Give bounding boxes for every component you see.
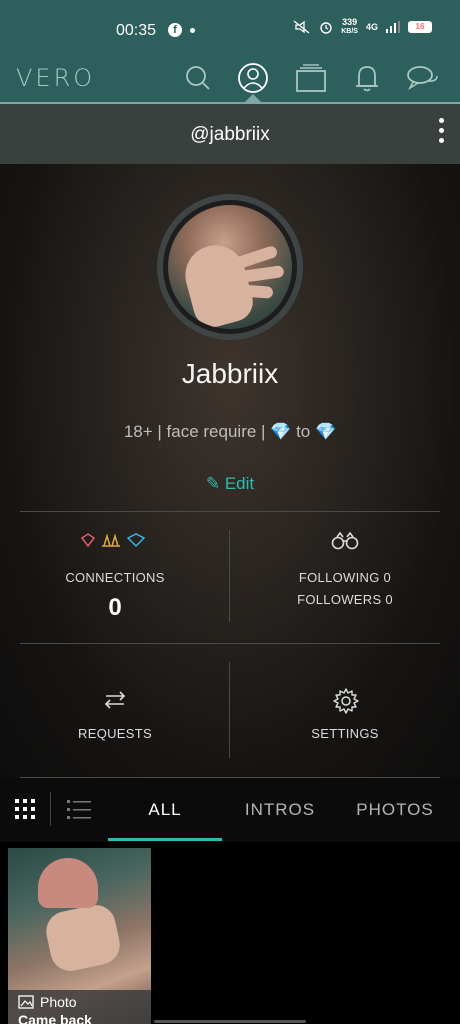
requests-label: REQUESTS — [78, 726, 152, 741]
network-speed-unit: KB/S — [341, 28, 358, 35]
vertical-divider — [229, 662, 230, 758]
tab-intros[interactable]: INTROS — [230, 800, 330, 820]
content-tabs: ALL INTROS PHOTOS — [0, 778, 460, 842]
profile-bio: 18+ | face require | 💎 to 💎 — [0, 422, 460, 442]
profile-header: @jabbriix — [0, 104, 460, 164]
status-time: 00:35 — [116, 22, 157, 39]
followers-count: 0 — [385, 592, 393, 607]
post-type-label: Photo — [40, 994, 77, 1010]
photo-icon — [18, 995, 34, 1009]
chat-icon[interactable] — [405, 62, 441, 94]
binoculars-icon — [331, 532, 359, 550]
tab-all[interactable]: ALL — [108, 800, 222, 820]
network-type: 4G — [365, 22, 378, 32]
battery-icon: 16 — [408, 21, 432, 33]
grid-view-icon[interactable] — [12, 796, 38, 822]
username-handle: @jabbriix — [190, 124, 270, 145]
bio-gem-icon-1: 💎 — [270, 422, 292, 441]
alarm-icon — [320, 22, 332, 34]
active-tab-caret — [243, 94, 263, 104]
following-row: FOLLOWING 0 — [260, 570, 430, 585]
status-bar: 00:35 f 339 KB/S 4G 16 — [0, 0, 460, 60]
swap-arrows-icon — [104, 691, 126, 709]
bell-icon[interactable] — [349, 62, 385, 94]
profile-icon[interactable] — [235, 62, 271, 94]
divider — [20, 511, 440, 512]
search-icon[interactable] — [180, 62, 216, 94]
more-options-icon[interactable] — [436, 118, 446, 148]
bio-text-part-1: 18+ | face require | — [123, 422, 271, 441]
active-tab-indicator — [108, 838, 222, 841]
top-navigation: VERO — [0, 60, 460, 104]
tab-photos[interactable]: PHOTOS — [345, 800, 445, 820]
divider — [20, 643, 440, 644]
gear-icon — [333, 688, 359, 714]
notification-dot-icon — [190, 28, 195, 33]
post-caption: Photo Came back — [8, 990, 151, 1024]
bio-text-part-2: to — [291, 422, 315, 441]
profile-section: Jabbriix 18+ | face require | 💎 to 💎 ✎ E… — [0, 164, 460, 778]
network-speed-value: 339 — [342, 17, 358, 27]
avatar[interactable] — [157, 194, 303, 340]
signal-icon — [386, 21, 400, 33]
settings-label: SETTINGS — [311, 726, 379, 741]
vertical-divider — [229, 530, 230, 622]
pencil-icon: ✎ — [205, 474, 221, 493]
mute-icon — [293, 20, 310, 34]
view-toggle-divider — [50, 792, 51, 826]
collections-icon[interactable] — [293, 62, 329, 94]
post-card[interactable]: Photo Came back — [8, 848, 151, 1024]
posts-grid: Photo Came back — [0, 842, 460, 1024]
post-photo-hand — [42, 901, 124, 975]
facebook-notification-icon: f — [168, 23, 182, 37]
profile-name: Jabbriix — [181, 358, 279, 389]
post-title: Came back — [18, 1012, 92, 1024]
list-view-icon[interactable] — [66, 796, 92, 822]
edit-label: Edit — [224, 474, 255, 493]
edit-profile-button[interactable]: ✎ Edit — [0, 474, 460, 494]
network-speed: 339 KB/S — [341, 18, 358, 36]
scroll-indicator — [154, 1020, 306, 1023]
connections-label: CONNECTIONS — [65, 570, 165, 585]
followers-label: FOLLOWERS — [297, 592, 382, 607]
following-count: 0 — [383, 570, 392, 585]
connection-tiers-icon — [80, 533, 146, 548]
post-photo-head — [38, 858, 98, 908]
connections-count: 0 — [108, 594, 122, 621]
vero-logo: VERO — [16, 64, 96, 92]
avatar-photo — [168, 205, 292, 329]
followers-row: FOLLOWERS 0 — [260, 592, 430, 607]
bio-gem-icon-2: 💎 — [314, 422, 337, 441]
following-label: FOLLOWING — [298, 570, 380, 585]
status-indicators: 339 KB/S 4G 16 — [293, 18, 432, 36]
